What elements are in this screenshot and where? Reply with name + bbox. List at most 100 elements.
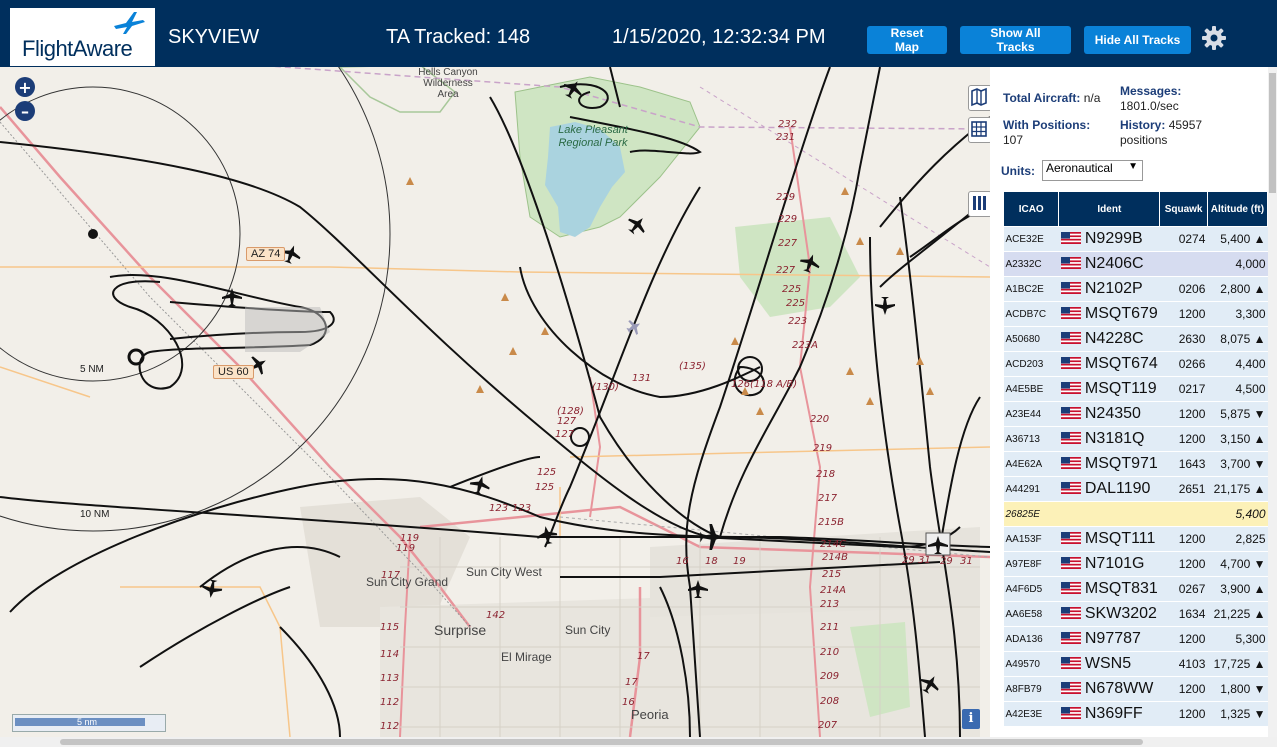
altitude-cell: 1,325 ▼ [1207,701,1268,727]
squawk-cell: 0267 [1159,576,1208,602]
svg-text:123: 123 [512,503,531,514]
icao-cell: A44291 [1003,476,1059,502]
table-row[interactable]: AA6E58 SKW3202 1634 21,225 ▲ [1003,601,1268,627]
svg-text:209: 209 [820,671,839,682]
altitude-cell: 1,800 ▼ [1207,676,1268,702]
ident-cell: MSQT119 [1058,376,1160,402]
icao-cell: A50680 [1003,326,1059,352]
table-row[interactable]: A4F6D5 MSQT831 0267 3,900 ▲ [1003,576,1268,602]
ident-cell: MSQT679 [1058,301,1160,327]
brand-name: FlightAware [22,36,133,61]
table-row[interactable]: A8FB79 N678WW 1200 1,800 ▼ [1003,676,1268,702]
map-view[interactable]: 232 231 229 229 227 227 225 225 223 223A 220 219 … [0,67,990,737]
us-flag-icon [1060,382,1081,394]
aircraft-table: ICAO Ident Squawk Altitude (ft) ACE32E N9… [1002,191,1269,727]
svg-text:19: 19 [733,556,746,567]
svg-text:29: 29 [940,556,953,567]
squawk-cell: 1634 [1159,601,1208,627]
flightaware-logo[interactable]: FlightAware [10,8,155,66]
squawk-cell: 0266 [1159,351,1208,377]
table-row[interactable]: A50680 N4228C 2630 8,075 ▲ [1003,326,1268,352]
table-row[interactable]: A44291 DAL1190 2651 21,175 ▲ [1003,476,1268,502]
altitude-cell: 5,400 ▲ [1207,226,1268,252]
altitude-cell: 4,000 [1207,251,1268,277]
app-title: SKYVIEW [168,26,260,48]
plane-logo-icon [114,12,145,34]
gear-icon[interactable] [1200,24,1228,52]
table-row[interactable]: A23E44 N24350 1200 5,875 ▼ [1003,401,1268,427]
table-row[interactable]: A4E5BE MSQT119 0217 4,500 [1003,376,1268,402]
info-icon[interactable]: i [962,709,980,729]
altitude-cell: 3,150 ▲ [1207,426,1268,452]
us-flag-icon [1060,707,1081,719]
zoom-out-button[interactable]: – [15,101,35,121]
altitude-cell: 2,825 [1207,526,1268,552]
squawk-cell [1159,251,1208,277]
table-row[interactable]: AA153F MSQT111 1200 2,825 [1003,526,1268,552]
us-flag-icon [1060,657,1081,669]
ident-cell [1058,501,1160,527]
ident-cell: MSQT111 [1058,526,1160,552]
altitude-cell: 4,500 [1207,376,1268,402]
table-row[interactable]: A4E62A MSQT971 1643 3,700 ▼ [1003,451,1268,477]
ident-cell: N2102P [1058,276,1160,302]
map-layers-icon [971,87,987,107]
svg-text:131: 131 [632,373,651,384]
altitude-cell: 2,800 ▲ [1207,276,1268,302]
with-positions-label: With Positions: [1003,118,1091,132]
panel-scrollbar[interactable] [1268,67,1277,737]
ident-cell: MSQT971 [1058,451,1160,477]
svg-text:214A: 214A [820,585,846,596]
col-icao[interactable]: ICAO [1002,191,1060,227]
clock: 1/15/2020, 12:32:34 PM [612,26,826,48]
table-row[interactable]: A36713 N3181Q 1200 3,150 ▲ [1003,426,1268,452]
zoom-in-button[interactable]: + [15,77,35,97]
svg-text:223: 223 [788,316,807,327]
svg-text:112: 112 [380,697,399,708]
svg-text:225: 225 [782,284,801,295]
show-all-tracks-button[interactable]: Show All Tracks [960,26,1071,54]
map-layer-button[interactable] [968,85,990,111]
reset-map-button[interactable]: Reset Map [867,26,947,54]
range-ring-10nm-label: 10 NM [80,509,110,520]
squawk-cell: 1200 [1159,551,1208,577]
squawk-cell: 1200 [1159,701,1208,727]
altitude-cell: 5,300 [1207,626,1268,652]
table-row[interactable]: A1BC2E N2102P 0206 2,800 ▲ [1003,276,1268,302]
svg-text:31: 31 [918,555,931,566]
hide-all-tracks-button[interactable]: Hide All Tracks [1084,26,1191,54]
icao-cell: ACE32E [1003,226,1059,252]
ident-cell: SKW3202 [1058,601,1160,627]
table-row[interactable]: ACD203 MSQT674 0266 4,400 [1003,351,1268,377]
table-row[interactable]: ACE32E N9299B 0274 5,400 ▲ [1003,226,1268,252]
table-row[interactable]: A49570 WSN5 4103 17,725 ▲ [1003,651,1268,677]
units-select[interactable]: Aeronautical ▼ [1042,160,1143,181]
col-ident[interactable]: Ident [1058,191,1161,227]
svg-text:(130): (130) [592,382,619,393]
svg-text:31: 31 [960,556,973,567]
col-squawk[interactable]: Squawk [1159,191,1208,227]
table-row[interactable]: A97E8F N7101G 1200 4,700 ▼ [1003,551,1268,577]
sun-city-west-label: Sun City West [466,565,542,579]
grid-icon [971,121,987,137]
ident-cell: DAL1190 [1058,476,1160,502]
total-aircraft-stat: Total Aircraft: n/a [1003,91,1101,105]
us-flag-icon [1060,457,1081,469]
svg-text:231: 231 [776,132,795,143]
table-row[interactable]: A2332C N2406C 4,000 [1003,251,1268,277]
icao-cell: ACD203 [1003,351,1059,377]
svg-text:225: 225 [786,298,805,309]
columns-toggle-button[interactable] [968,191,990,217]
us-flag-icon [1060,482,1081,494]
table-row[interactable]: 26825E 5,400 [1003,501,1268,527]
el-mirage-label: El Mirage [501,650,552,664]
with-positions-value: 107 [1003,133,1024,147]
svg-text:229: 229 [776,192,795,203]
table-row[interactable]: ADA136 N97787 1200 5,300 [1003,626,1268,652]
col-altitude[interactable]: Altitude (ft) [1206,191,1269,227]
svg-text:227: 227 [778,238,798,249]
table-row[interactable]: A42E3E N369FF 1200 1,325 ▼ [1003,701,1268,727]
horizontal-scrollbar[interactable] [0,737,1277,747]
table-row[interactable]: ACDB7C MSQT679 1200 3,300 [1003,301,1268,327]
grid-toggle-button[interactable] [968,117,990,143]
